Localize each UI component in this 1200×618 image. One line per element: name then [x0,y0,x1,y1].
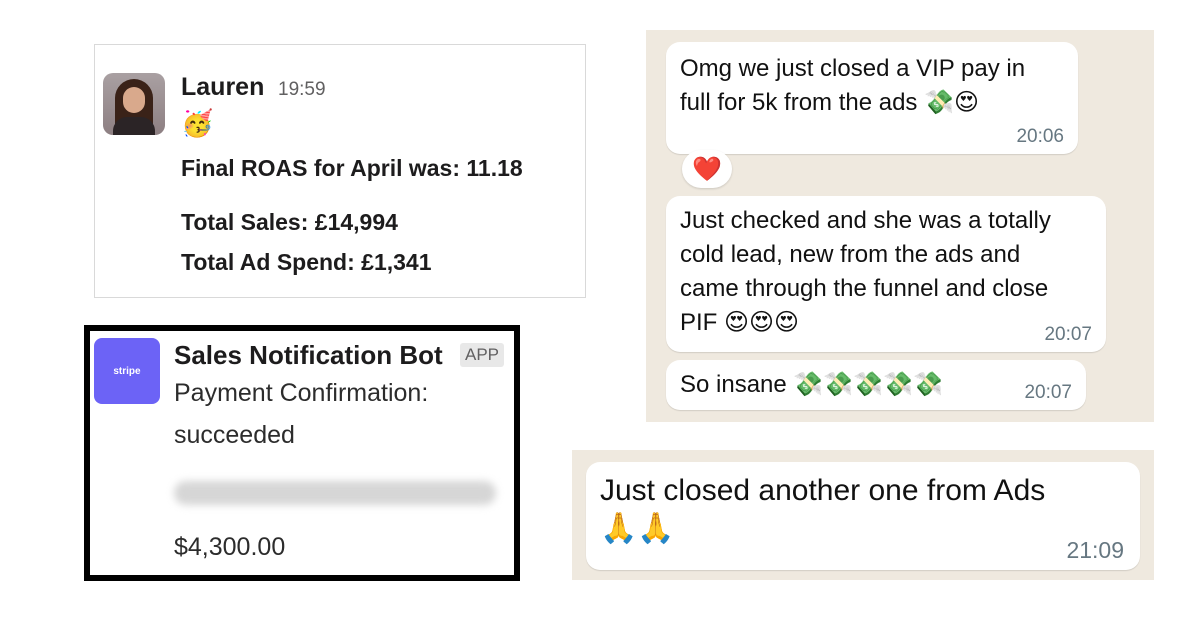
redacted-customer-info [174,481,496,505]
slack-message-card: Lauren 19:59 🥳 Final ROAS for April was:… [94,44,586,298]
avatar[interactable] [103,73,165,135]
heart-reaction-icon[interactable]: ❤️ [682,150,732,188]
stripe-logo-icon: stripe [94,338,160,404]
chat-bubble[interactable]: Just closed another one from Ads 🙏🙏 21:0… [586,462,1140,570]
avatar-body [113,117,155,135]
total-sales-text: Total Sales: £14,994 [181,209,398,235]
message-text: So insane 💸💸💸💸💸 [680,371,943,398]
message-time: 21:09 [1066,537,1124,563]
roas-text: Final ROAS for April was: 11.18 [181,155,523,181]
total-ad-spend-text: Total Ad Spend: £1,341 [181,249,432,275]
payment-status-text: succeeded [174,421,295,449]
chat-bubble[interactable]: So insane 💸💸💸💸💸 20:07 [666,360,1086,410]
chat-bubble[interactable]: Omg we just closed a VIP pay in full for… [666,42,1078,154]
message-time: 20:06 [1016,126,1064,147]
message-time: 20:07 [1044,324,1092,345]
whatsapp-chat-panel: Omg we just closed a VIP pay in full for… [646,30,1154,422]
payment-confirmation-text: Payment Confirmation: [174,379,429,407]
message-time: 20:07 [1024,382,1072,403]
bot-name[interactable]: Sales Notification Bot [174,340,443,371]
sender-name[interactable]: Lauren [181,73,264,102]
app-badge: APP [460,343,505,367]
message-text: Just checked and she was a totally cold … [680,207,1051,336]
party-face-emoji-icon: 🥳 [181,109,214,139]
message-timestamp[interactable]: 19:59 [278,79,326,101]
message-text: Just closed another one from Ads 🙏🙏 [600,474,1046,545]
message-text: Omg we just closed a VIP pay in full for… [680,55,1026,116]
avatar-face [123,87,145,113]
chat-bubble[interactable]: Just checked and she was a totally cold … [666,196,1106,352]
whatsapp-chat-panel-2: Just closed another one from Ads 🙏🙏 21:0… [572,450,1154,580]
bot-notification-card: stripe Sales Notification Bot APP Paymen… [84,325,520,581]
payment-amount: $4,300.00 [174,533,286,561]
